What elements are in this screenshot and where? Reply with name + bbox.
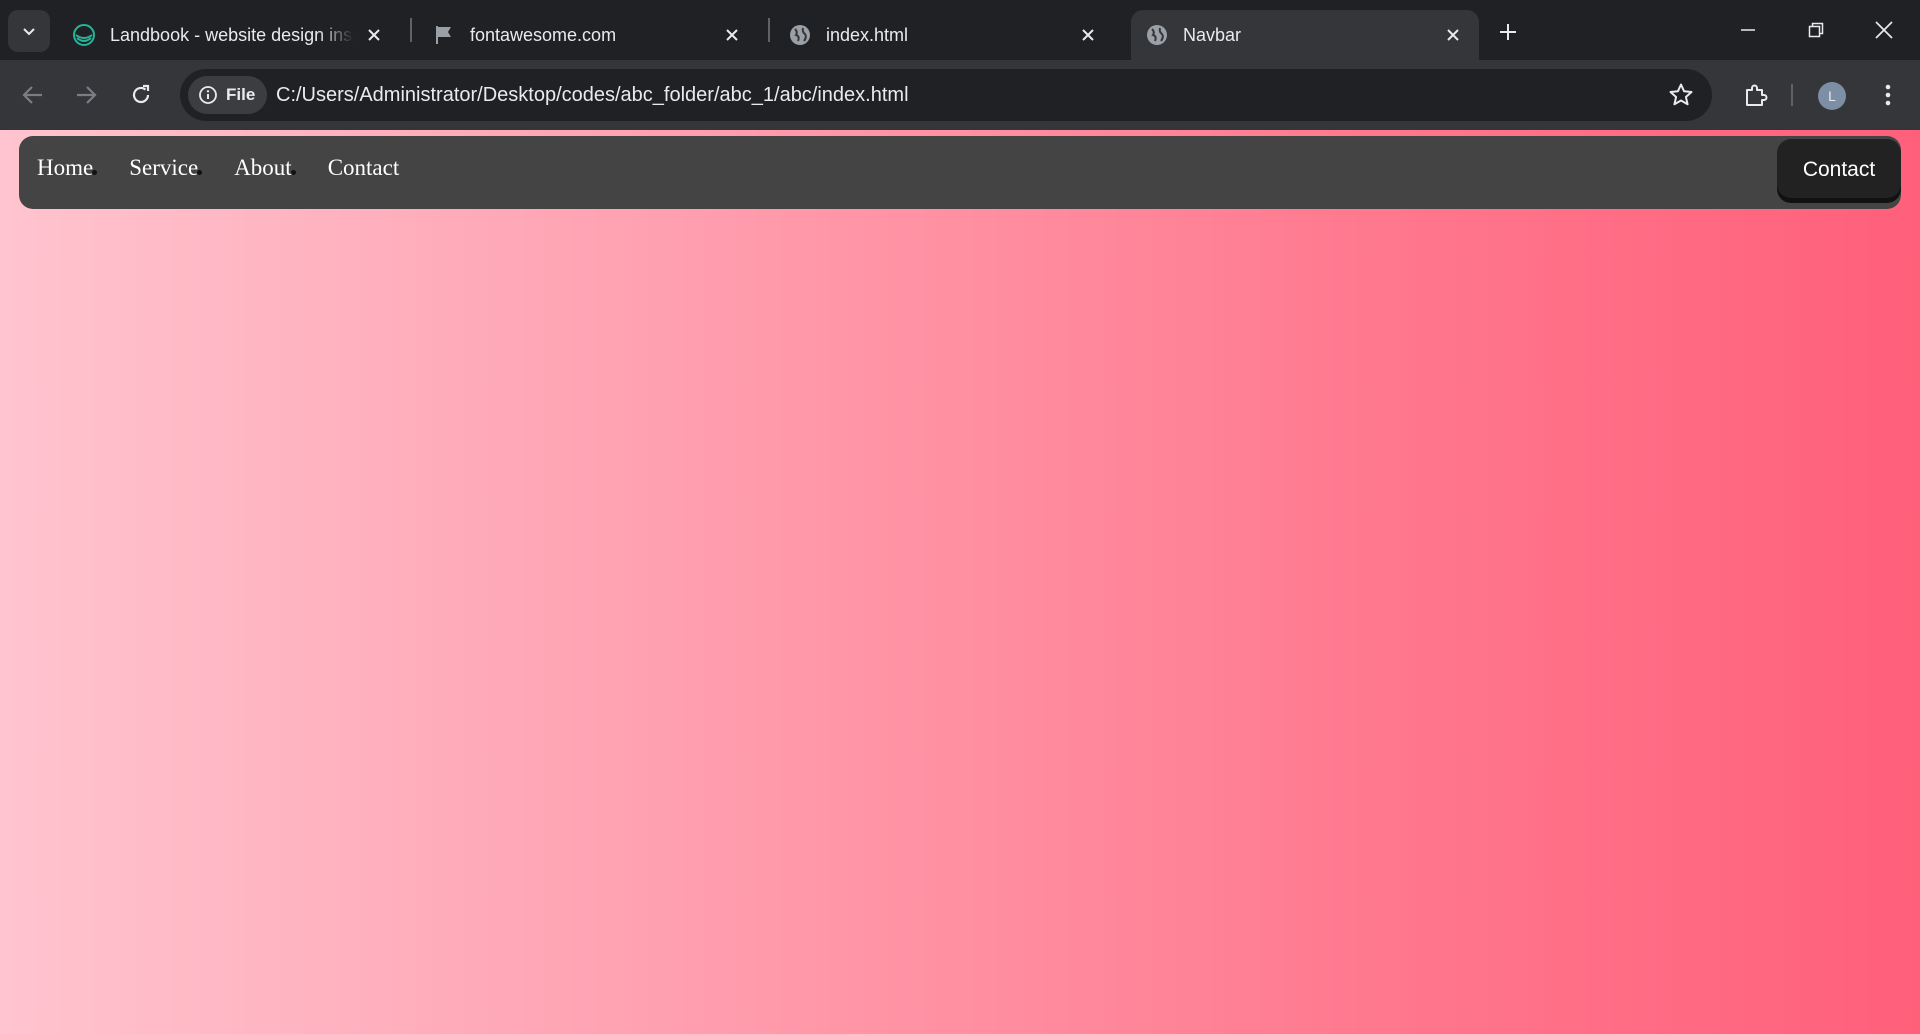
tab-navbar[interactable]: Navbar <box>1131 10 1479 60</box>
site-navbar: Home Service About Contact Contact <box>19 136 1901 209</box>
site-chip-label: File <box>226 85 256 104</box>
globe-icon <box>788 23 812 47</box>
tab-fontawesome[interactable]: fontawesome.com <box>418 10 758 60</box>
nav-links: Home Service About Contact <box>37 136 435 200</box>
tab-title: index.html <box>826 24 909 45</box>
more-vertical-icon <box>1885 84 1891 106</box>
tab-separator <box>410 18 412 42</box>
nav-link-about[interactable]: About <box>234 155 296 181</box>
tab-landbook[interactable]: Landbook - website design insp <box>58 10 400 60</box>
close-icon <box>1875 21 1893 39</box>
minimize-icon <box>1741 29 1755 31</box>
landbook-icon <box>72 23 96 47</box>
minimize-button[interactable] <box>1724 8 1772 52</box>
close-tab-icon[interactable] <box>1076 23 1100 47</box>
browser-menu-button[interactable] <box>1868 75 1908 115</box>
globe-icon <box>1145 23 1169 47</box>
page-viewport: Home Service About Contact Contact <box>0 130 1920 1034</box>
address-bar[interactable]: File C:/Users/Administrator/Desktop/code… <box>180 69 1712 121</box>
tab-title: fontawesome.com <box>470 24 617 45</box>
puzzle-icon <box>1746 84 1768 106</box>
url-text[interactable]: C:/Users/Administrator/Desktop/codes/abc… <box>276 69 909 121</box>
close-tab-icon[interactable] <box>720 23 744 47</box>
tab-index-html[interactable]: index.html <box>774 10 1114 60</box>
reload-icon <box>132 84 150 104</box>
site-info-chip[interactable]: File <box>188 76 268 114</box>
tab-separator <box>768 18 770 42</box>
restore-button[interactable] <box>1792 8 1840 52</box>
flag-icon <box>432 23 456 47</box>
nav-link-dot <box>290 170 296 175</box>
close-window-button[interactable] <box>1860 8 1908 52</box>
nav-link-home[interactable]: Home <box>37 155 98 181</box>
nav-link-dot <box>197 170 203 175</box>
tab-strip: Landbook - website design insp fontaweso… <box>0 0 1920 60</box>
tab-search-button[interactable] <box>8 10 50 52</box>
tab-title: Navbar <box>1183 24 1242 45</box>
nav-link-dot <box>92 170 98 175</box>
info-icon <box>199 86 217 104</box>
arrow-left-icon <box>22 86 42 104</box>
forward-button[interactable] <box>66 75 106 115</box>
plus-icon <box>1500 24 1516 40</box>
restore-icon <box>1808 22 1824 38</box>
arrow-right-icon <box>77 86 97 104</box>
new-tab-button[interactable] <box>1490 14 1526 50</box>
tab-title: Landbook - website design insp <box>110 24 354 45</box>
browser-toolbar: File C:/Users/Administrator/Desktop/code… <box>0 60 1920 130</box>
contact-button[interactable]: Contact <box>1777 139 1901 201</box>
close-tab-icon[interactable] <box>362 23 386 47</box>
close-tab-icon[interactable] <box>1441 23 1465 47</box>
reload-button[interactable] <box>121 75 161 115</box>
profile-avatar[interactable]: L <box>1818 82 1846 110</box>
extensions-button[interactable] <box>1736 75 1776 115</box>
nav-link-contact[interactable]: Contact <box>328 155 400 181</box>
toolbar-separator <box>1791 84 1793 106</box>
chevron-down-icon <box>23 28 35 36</box>
star-icon[interactable] <box>1668 82 1694 108</box>
nav-link-service[interactable]: Service <box>129 155 203 181</box>
back-button[interactable] <box>13 75 53 115</box>
